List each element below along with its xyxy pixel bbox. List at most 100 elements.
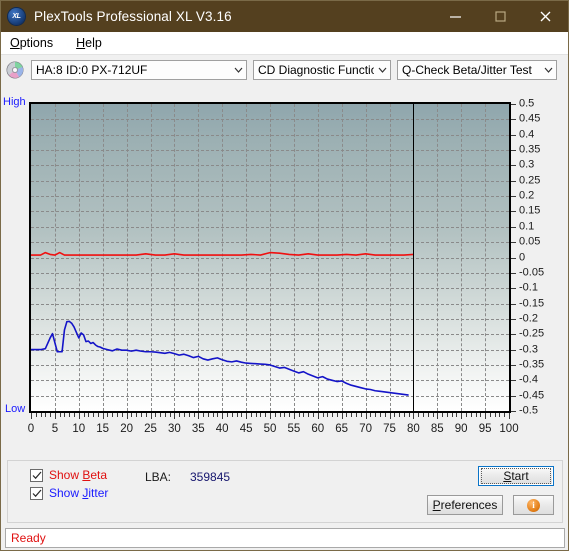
x-axis-tick (160, 413, 162, 417)
y-axis-tick (511, 119, 516, 121)
x-axis-tick (83, 413, 85, 417)
y-axis-tick-label: -0.1 (519, 281, 538, 294)
x-axis-tick (384, 413, 386, 417)
x-axis-tick (188, 413, 190, 417)
close-icon[interactable] (523, 1, 568, 32)
y-axis-tick-label: 0.15 (519, 204, 541, 217)
checkmark-icon (30, 486, 43, 500)
x-axis-tick (437, 413, 439, 419)
y-axis-tick-label: -0.15 (519, 297, 545, 310)
drive-select[interactable]: HA:8 ID:0 PX-712UF (31, 60, 247, 80)
x-axis-tick (341, 413, 343, 419)
series-line-beta (31, 253, 413, 255)
y-axis-tick-label: 0.2 (519, 189, 535, 202)
y-axis-tick (511, 334, 516, 336)
plextools-window: XL PlexTools Professional XL V3.16 Optio… (0, 0, 569, 551)
x-axis-tick (432, 413, 434, 417)
x-axis-tick (121, 413, 123, 417)
drive-select-value: HA:8 ID:0 PX-712UF (36, 63, 148, 77)
x-axis-tick (155, 413, 157, 417)
maximize-icon[interactable] (478, 1, 523, 32)
series-line-jitter (31, 321, 409, 395)
y-axis-tick (511, 380, 516, 382)
x-axis-tick (293, 413, 295, 419)
x-axis-tick (126, 413, 128, 419)
y-axis-tick-label: -0.45 (519, 389, 545, 402)
x-axis-tick (422, 413, 424, 417)
info-button[interactable]: i (513, 495, 554, 515)
title-bar: XL PlexTools Professional XL V3.16 (1, 1, 568, 32)
start-button[interactable]: Start (478, 466, 554, 486)
menu-item-options-label: ptions (19, 36, 54, 50)
menu-item-options[interactable]: Options (8, 35, 55, 51)
y-axis-tick (511, 257, 516, 259)
x-axis-labels: 0 5 10 15 20 25 30 35 40 45 50 55 60 65 70 75 80 85 90 95 10… (27, 423, 519, 439)
x-axis-tick (260, 413, 262, 417)
x-axis-tick (226, 413, 228, 417)
x-axis-tick (255, 413, 257, 417)
x-axis-tick (59, 413, 61, 417)
x-axis-tick (351, 413, 353, 417)
y-axis-tick (511, 288, 516, 290)
x-axis-tick (442, 413, 444, 417)
cd-disc-icon (6, 61, 24, 79)
x-axis-tick (356, 413, 358, 417)
x-axis-tick-label: 75 (383, 423, 396, 435)
x-axis-tick (246, 413, 248, 419)
menu-item-help[interactable]: Help (74, 35, 104, 51)
y-axis-tick (511, 165, 516, 167)
x-axis-tick (403, 413, 405, 417)
x-axis-tick (279, 413, 281, 417)
test-select[interactable]: Q-Check Beta/Jitter Test (397, 60, 557, 80)
x-axis-tick-label: 85 (430, 423, 444, 435)
x-axis-tick (446, 413, 448, 417)
test-end-marker (413, 104, 415, 411)
x-axis-tick (117, 413, 119, 417)
x-axis-tick (145, 413, 147, 417)
chevron-down-icon (374, 67, 390, 73)
x-axis-tick (370, 413, 372, 417)
x-axis-tick (64, 413, 66, 417)
function-select[interactable]: CD Diagnostic Functions (253, 60, 391, 80)
x-axis-tick-label: 45 (239, 423, 253, 435)
x-axis-tick (375, 413, 377, 417)
y-axis-tick-label: 0.25 (519, 174, 541, 187)
x-axis-tick (322, 413, 324, 417)
axis-label-high: High (3, 96, 26, 108)
checkmark-icon (30, 468, 43, 482)
x-axis-tick (222, 413, 224, 419)
x-axis-tick (40, 413, 42, 417)
x-axis-tick (509, 413, 510, 419)
x-axis-tick (78, 413, 80, 419)
x-axis-tick-label: 15 (96, 423, 110, 435)
y-axis-tick (511, 349, 516, 351)
x-axis-tick (54, 413, 56, 419)
x-axis-tick-label: 0 (27, 423, 35, 435)
x-axis-tick (313, 413, 315, 417)
y-axis-tick (511, 211, 516, 213)
chevron-down-icon (540, 67, 556, 73)
x-axis-tick (456, 413, 458, 417)
preferences-button-label: Preferences (432, 498, 498, 512)
y-axis-tick (511, 196, 516, 198)
chevron-down-icon (230, 67, 246, 73)
x-axis-tick-label: 20 (120, 423, 133, 435)
x-axis-tick-label: 30 (167, 423, 181, 435)
x-axis-tick (241, 413, 243, 417)
start-button-label: Start (503, 469, 529, 483)
y-axis-tick-label: -0.05 (519, 266, 545, 279)
preferences-button[interactable]: Preferences (427, 495, 503, 515)
show-beta-checkbox[interactable]: Show Beta (30, 468, 107, 482)
minimize-icon[interactable] (433, 1, 478, 32)
x-axis-tick (203, 413, 205, 417)
controls-group: Show Beta Show Jitter LBA: 359845 Start … (7, 460, 563, 523)
show-jitter-checkbox[interactable]: Show Jitter (30, 486, 108, 500)
x-axis-tick-label: 100 (499, 423, 519, 435)
x-axis-tick-label: 95 (478, 423, 492, 435)
x-axis-tick (399, 413, 401, 417)
x-axis-tick (389, 413, 391, 419)
x-axis-tick (236, 413, 238, 417)
show-beta-label: Show Beta (49, 468, 108, 482)
x-axis-tick (150, 413, 152, 419)
y-axis-tick-label: -0.2 (519, 312, 538, 325)
